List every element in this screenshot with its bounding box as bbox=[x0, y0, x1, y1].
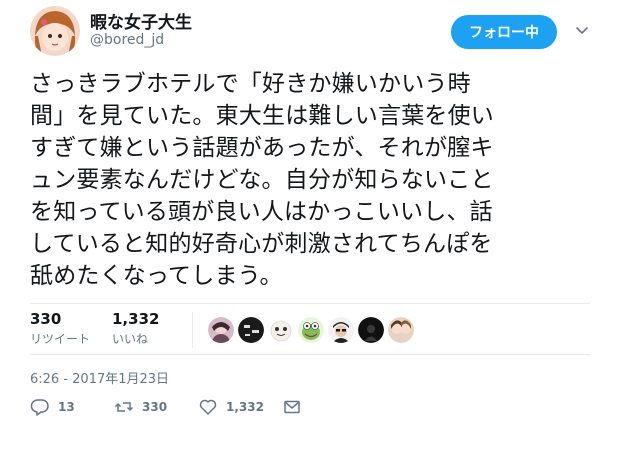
divider bbox=[30, 354, 590, 355]
like-count: 1,332 bbox=[112, 310, 160, 328]
liker-avatar[interactable] bbox=[298, 317, 324, 343]
tweet-line: ュン要素なんだけどな。自分が知らないこと bbox=[30, 167, 494, 193]
action-bar: 13 330 1,332 bbox=[30, 396, 302, 418]
retweet-button[interactable]: 330 bbox=[114, 397, 198, 417]
reply-count: 13 bbox=[58, 400, 75, 414]
retweet-icon bbox=[114, 402, 134, 412]
tweet-line: 間」を見ていた。東大生は難しい言葉を使い bbox=[30, 103, 494, 129]
liker-avatar[interactable] bbox=[388, 317, 414, 343]
message-icon bbox=[284, 400, 300, 414]
heart-icon bbox=[199, 399, 217, 415]
chevron-down-icon[interactable] bbox=[574, 22, 590, 38]
tweet-line: すぎて嫌という話題があったが、それが膣キ bbox=[30, 135, 494, 161]
user-handle[interactable]: @bored_jd bbox=[90, 32, 164, 48]
liker-avatars bbox=[208, 317, 414, 343]
divider bbox=[30, 303, 590, 304]
reply-button[interactable]: 13 bbox=[30, 397, 114, 417]
tweet-line: 舐めたくなってしまう。 bbox=[30, 263, 283, 289]
liker-avatar[interactable] bbox=[358, 317, 384, 343]
reply-icon bbox=[30, 399, 49, 416]
tweet-line: を知っている頭が良い人はかっこいいし、話 bbox=[30, 199, 493, 225]
like-action-count: 1,332 bbox=[226, 400, 264, 414]
tweet-line: さっきラブホテルで「好きか嫌いかいう時 bbox=[30, 71, 471, 97]
liker-avatar[interactable] bbox=[328, 317, 354, 343]
tweet-timestamp[interactable]: 6:26 - 2017年1月23日 bbox=[30, 368, 169, 387]
stat-separator bbox=[192, 312, 193, 348]
avatar[interactable] bbox=[30, 6, 80, 56]
user-display-name[interactable]: 暇な女子大生 bbox=[90, 8, 192, 33]
retweet-label: リツイート bbox=[30, 332, 91, 346]
retweet-action-count: 330 bbox=[142, 400, 168, 414]
liker-avatar[interactable] bbox=[208, 317, 234, 343]
tweet-card: 暇な女子大生 @bored_jd フォロー中 さっきラブホテルで「好きか嫌いかい… bbox=[0, 0, 620, 451]
tweet-text: さっきラブホテルで「好きか嫌いかいう時 間」を見ていた。東大生は難しい言葉を使い… bbox=[30, 68, 590, 292]
tweet-line: していると知的好奇心が刺激されてちんぽを bbox=[30, 231, 493, 257]
retweet-count: 330 bbox=[30, 310, 62, 328]
retweet-stat[interactable]: 330 リツイート bbox=[30, 310, 90, 347]
like-stat[interactable]: 1,332 いいね bbox=[112, 310, 159, 347]
like-label: いいね bbox=[112, 332, 149, 346]
liker-avatar[interactable] bbox=[268, 317, 294, 343]
liker-avatar[interactable] bbox=[238, 317, 264, 343]
direct-message-button[interactable] bbox=[282, 397, 302, 417]
like-button[interactable]: 1,332 bbox=[198, 397, 282, 417]
following-button[interactable]: フォロー中 bbox=[451, 15, 557, 49]
